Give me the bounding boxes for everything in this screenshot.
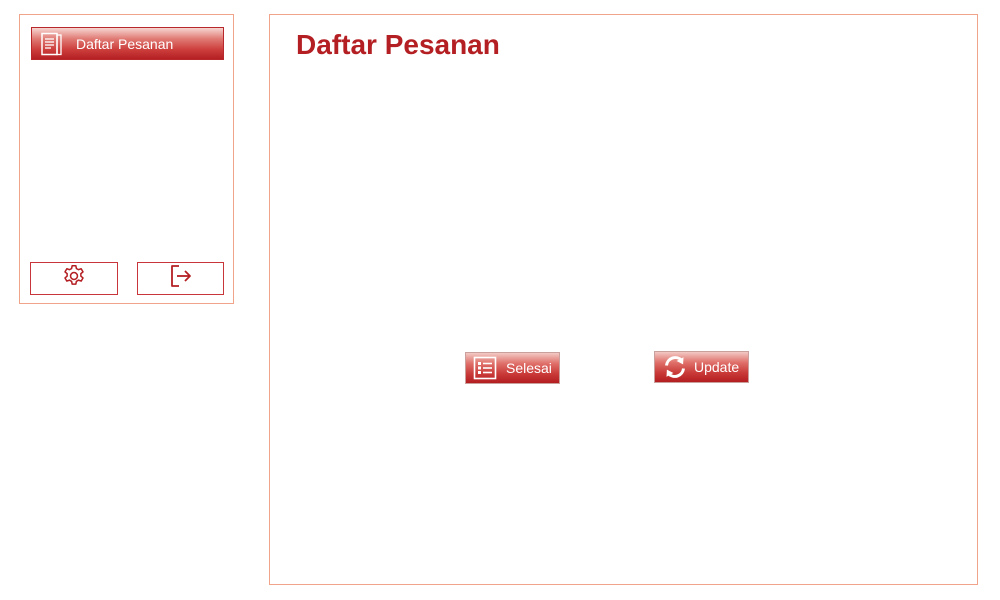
main-panel: Daftar Pesanan Selesai Update bbox=[269, 14, 978, 585]
sidebar-item-label: Daftar Pesanan bbox=[76, 35, 174, 52]
page-title: Daftar Pesanan bbox=[296, 29, 500, 60]
sidebar-item-daftar-pesanan[interactable]: Daftar Pesanan bbox=[31, 27, 224, 60]
app-page: Daftar Pesanan Daftar Pesanan Selesai Up… bbox=[0, 0, 1000, 600]
list-icon bbox=[473, 356, 497, 380]
logout-icon bbox=[167, 263, 195, 294]
update-label: Update bbox=[694, 359, 740, 375]
settings-button[interactable] bbox=[30, 262, 118, 295]
logout-button[interactable] bbox=[137, 262, 224, 295]
selesai-button[interactable]: Selesai bbox=[465, 352, 560, 384]
book-icon bbox=[40, 32, 64, 56]
selesai-label: Selesai bbox=[506, 360, 552, 376]
gear-icon bbox=[61, 263, 87, 294]
sidebar: Daftar Pesanan bbox=[19, 14, 234, 304]
refresh-icon bbox=[662, 354, 688, 380]
update-button[interactable]: Update bbox=[654, 351, 749, 383]
